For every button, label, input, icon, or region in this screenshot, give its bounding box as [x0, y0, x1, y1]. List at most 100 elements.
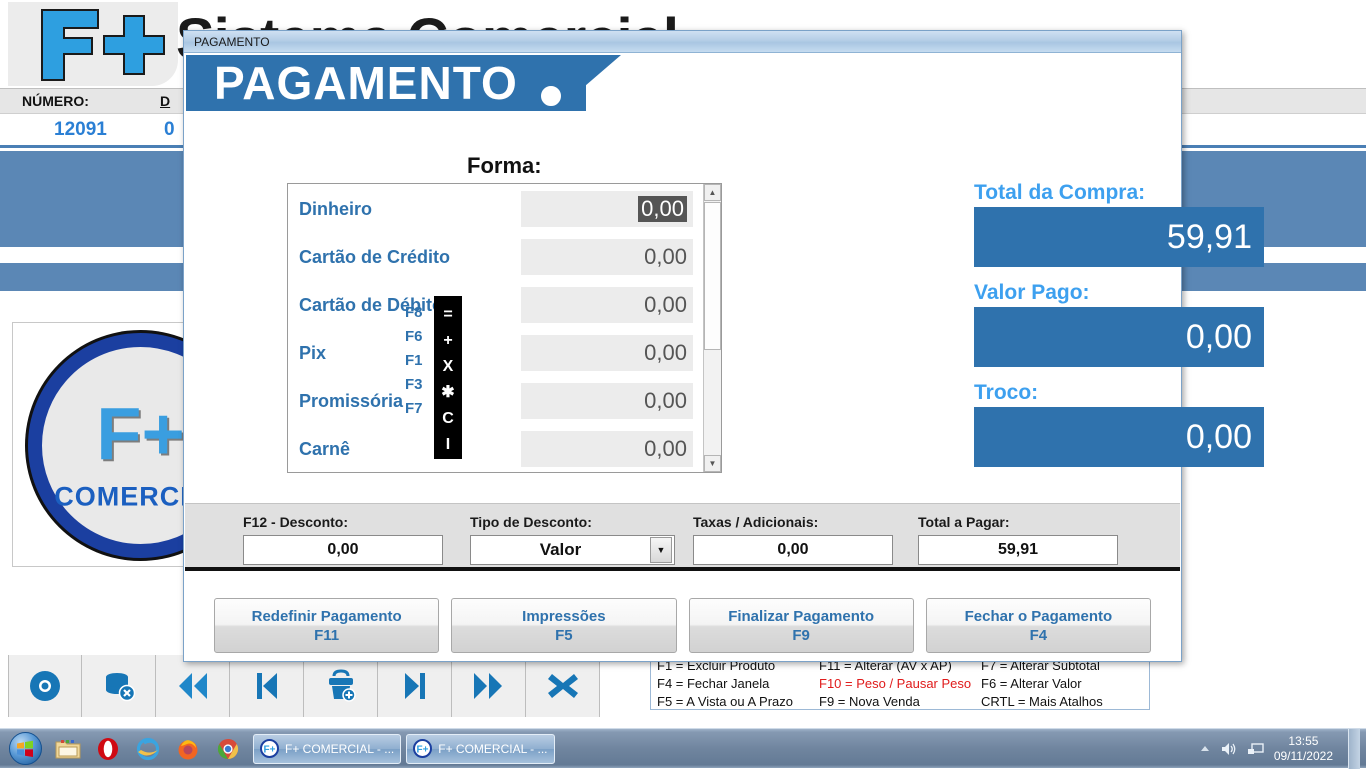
scroll-up-icon[interactable]: ▲ [704, 184, 721, 201]
scroll-down-icon[interactable]: ▼ [704, 455, 721, 472]
function-key-column: F8 F6 F1 F3 F7 [405, 301, 431, 421]
show-desktop-button[interactable] [1348, 729, 1360, 769]
chrome-icon[interactable] [208, 732, 248, 766]
taskbar-button-label: F+ COMERCIAL - ... [285, 742, 394, 756]
calc-symbol-equals: = [443, 302, 452, 328]
scrollbar-thumb[interactable] [704, 202, 721, 350]
explorer-icon[interactable] [48, 732, 88, 766]
tipo-desconto-label: Tipo de Desconto: [470, 514, 675, 530]
dialog-actions: Redefinir Pagamento F11 Impressões F5 Fi… [214, 598, 1151, 653]
valor-pago-label: Valor Pago: [974, 281, 1264, 305]
help-hint: F9 = Nova Venda [819, 694, 981, 709]
totals-panel: Total da Compra: 59,91 Valor Pago: 0,00 … [974, 181, 1264, 481]
payment-value-promissoria[interactable]: 0,00 [521, 383, 693, 419]
show-hidden-icons-icon[interactable] [1199, 744, 1211, 754]
calc-symbol-multiply: X [443, 354, 454, 380]
payment-value-text: 0,00 [644, 340, 687, 366]
total-pagar-value: 59,91 [918, 535, 1118, 565]
network-icon[interactable] [1247, 741, 1265, 757]
internet-explorer-icon[interactable] [128, 732, 168, 766]
button-label: Redefinir Pagamento [252, 608, 402, 625]
button-label: Fechar o Pagamento [965, 608, 1113, 625]
button-label: Impressões [522, 608, 605, 625]
desconto-input[interactable]: 0,00 [243, 535, 443, 565]
redefinir-pagamento-button[interactable]: Redefinir Pagamento F11 [214, 598, 439, 653]
fkey-label: F7 [405, 397, 431, 421]
total-compra-value: 59,91 [974, 207, 1264, 267]
fechar-pagamento-button[interactable]: Fechar o Pagamento F4 [926, 598, 1151, 653]
payment-methods-list[interactable]: Dinheiro 0,00 Cartão de Crédito 0,00 Car… [287, 183, 722, 473]
start-button[interactable] [2, 732, 48, 766]
forma-label: Forma: [467, 153, 542, 179]
clock-date: 09/11/2022 [1274, 749, 1333, 764]
database-delete-icon[interactable] [82, 655, 156, 717]
discount-bar: F12 - Desconto: 0,00 Tipo de Desconto: V… [185, 503, 1180, 571]
calc-symbol-divide: I [446, 432, 450, 458]
payment-value-text: 0,00 [638, 196, 687, 222]
button-shortcut: F9 [792, 627, 810, 644]
payment-value-text: 0,00 [644, 244, 687, 270]
payment-value-text: 0,00 [644, 292, 687, 318]
desconto-field-group: F12 - Desconto: 0,00 [243, 514, 443, 565]
windows-start-icon [9, 732, 42, 765]
finalizar-pagamento-button[interactable]: Finalizar Pagamento F9 [689, 598, 914, 653]
previous-record-icon[interactable] [230, 655, 304, 717]
button-label: Finalizar Pagamento [728, 608, 874, 625]
record-toolbar[interactable] [8, 655, 600, 717]
grid-col-data: D [160, 93, 170, 109]
svg-text:F+: F+ [264, 745, 276, 756]
taskbar-clock[interactable]: 13:55 09/11/2022 [1274, 734, 1333, 764]
desconto-label: F12 - Desconto: [243, 514, 443, 530]
calculator-symbol-strip: = + X ✱ C I [434, 296, 462, 459]
list-item[interactable]: Dinheiro 0,00 [289, 185, 703, 233]
add-record-icon[interactable] [304, 655, 378, 717]
tipo-desconto-select[interactable]: Valor ▼ [470, 535, 675, 565]
total-compra-label: Total da Compra: [974, 181, 1264, 205]
windows-taskbar: F+ F+ COMERCIAL - ... F+ F+ COMERCIAL - … [0, 728, 1366, 768]
dialog-titlebar[interactable]: PAGAMENTO [184, 31, 1181, 53]
grid-value-data: 0 [164, 119, 175, 141]
taskbar-button-fplus-2[interactable]: F+ F+ COMERCIAL - ... [406, 734, 554, 764]
help-hint: F6 = Alterar Valor [981, 676, 1143, 691]
payment-value-cartao-credito[interactable]: 0,00 [521, 239, 693, 275]
payment-method-label: Cartão de Crédito [289, 247, 521, 268]
taskbar-button-fplus-1[interactable]: F+ F+ COMERCIAL - ... [253, 734, 401, 764]
first-record-icon[interactable] [156, 655, 230, 717]
payment-value-carne[interactable]: 0,00 [521, 431, 693, 467]
help-hint: CRTL = Mais Atalhos [981, 694, 1143, 709]
firefox-icon[interactable] [168, 732, 208, 766]
tipo-desconto-value: Valor [471, 540, 650, 560]
payment-value-dinheiro[interactable]: 0,00 [521, 191, 693, 227]
list-item[interactable]: Carnê 0,00 [289, 425, 703, 471]
impressoes-button[interactable]: Impressões F5 [451, 598, 676, 653]
payment-method-label: Carnê [289, 439, 521, 460]
last-record-icon[interactable] [452, 655, 526, 717]
volume-icon[interactable] [1220, 741, 1238, 757]
total-pagar-label: Total a Pagar: [918, 514, 1118, 530]
list-item[interactable]: Cartão de Crédito 0,00 [289, 233, 703, 281]
dialog-banner: PAGAMENTO [186, 55, 1181, 111]
banner-chip-shape [538, 83, 564, 109]
list-item[interactable]: Promissória 0,00 [289, 377, 703, 425]
cancel-icon[interactable] [526, 655, 600, 717]
fplus-icon: F+ [260, 739, 279, 758]
disc-icon[interactable] [8, 655, 82, 717]
clock-time: 13:55 [1274, 734, 1333, 749]
payment-value-text: 0,00 [644, 388, 687, 414]
fkey-label: F8 [405, 301, 431, 325]
list-item[interactable]: Pix 0,00 [289, 329, 703, 377]
chevron-down-icon[interactable]: ▼ [650, 537, 672, 563]
dialog-body: PAGAMENTO Forma: Dinheiro 0,00 Cartão de… [184, 53, 1181, 661]
fkey-label: F1 [405, 349, 431, 373]
calc-symbol-plus: + [443, 328, 452, 354]
svg-text:F+: F+ [417, 745, 429, 756]
payment-value-pix[interactable]: 0,00 [521, 335, 693, 371]
list-item[interactable]: Cartão de Débito 0,00 [289, 281, 703, 329]
taxas-input[interactable]: 0,00 [693, 535, 893, 565]
taskbar-button-label: F+ COMERCIAL - ... [438, 742, 547, 756]
opera-icon[interactable] [88, 732, 128, 766]
payment-list-scrollbar[interactable]: ▲ ▼ [703, 184, 721, 472]
payment-value-text: 0,00 [644, 436, 687, 462]
next-record-icon[interactable] [378, 655, 452, 717]
payment-value-cartao-debito[interactable]: 0,00 [521, 287, 693, 323]
